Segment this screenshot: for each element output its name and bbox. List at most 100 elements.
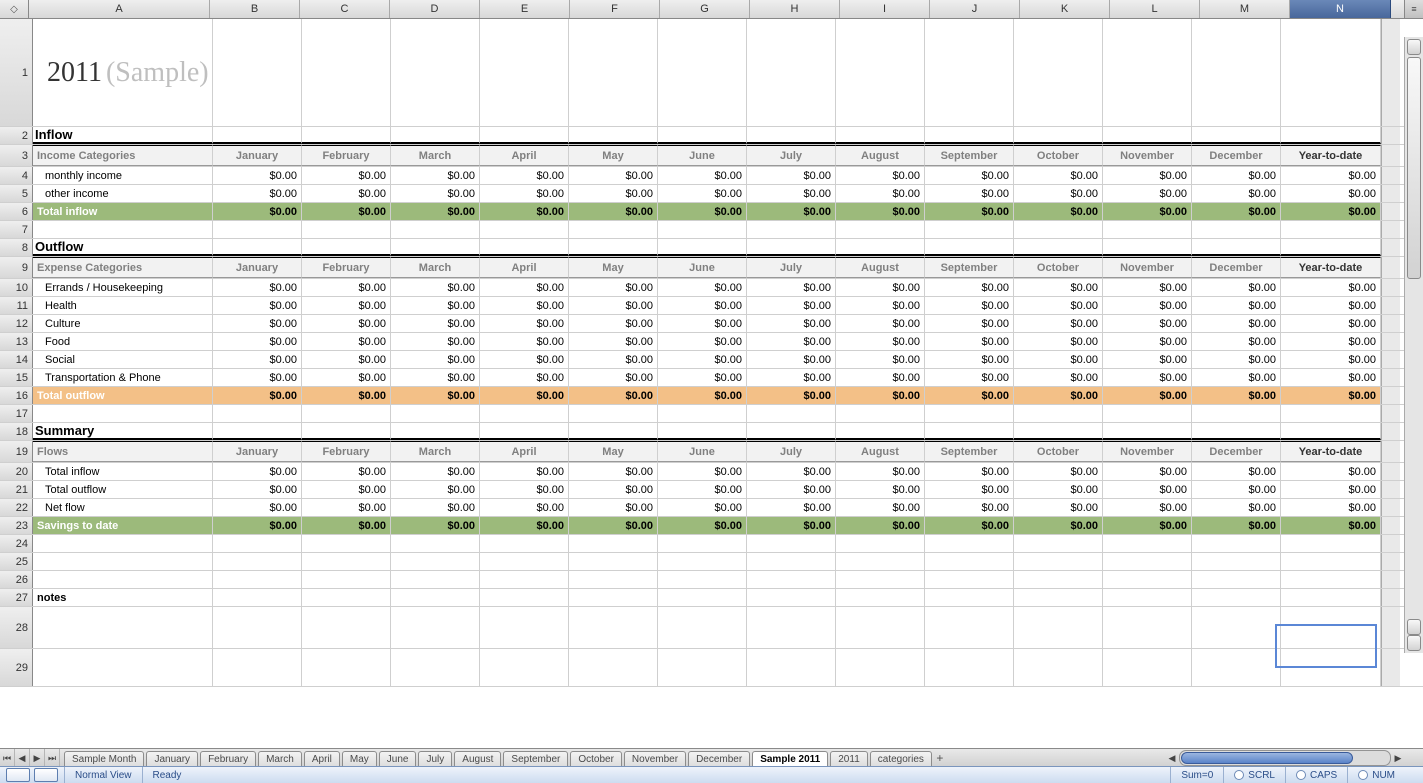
cell-M[interactable]	[1192, 405, 1281, 422]
value-cell[interactable]: $0.00	[925, 481, 1014, 498]
cell-J[interactable]	[925, 553, 1014, 570]
cell-J[interactable]	[925, 607, 1014, 648]
column-header-M[interactable]: M	[1200, 0, 1290, 18]
value-cell[interactable]: $0.00	[925, 167, 1014, 184]
value-cell[interactable]: $0.00	[569, 463, 658, 480]
cell-H[interactable]	[747, 607, 836, 648]
spreadsheet-grid[interactable]: 12011 (Sample)2Inflow3Income CategoriesJ…	[0, 19, 1423, 687]
value-cell[interactable]: $0.00	[1192, 481, 1281, 498]
row-header-22[interactable]: 22	[0, 499, 33, 516]
cell[interactable]	[569, 239, 658, 256]
cell[interactable]	[1014, 127, 1103, 144]
cell-H[interactable]	[747, 221, 836, 238]
cell[interactable]	[1103, 423, 1192, 440]
value-cell[interactable]: $0.00	[1014, 481, 1103, 498]
value-cell[interactable]: $0.00	[569, 167, 658, 184]
value-cell[interactable]: $0.00	[836, 351, 925, 368]
value-cell[interactable]: $0.00	[836, 185, 925, 202]
cell[interactable]	[302, 127, 391, 144]
row-header-13[interactable]: 13	[0, 333, 33, 350]
total-value[interactable]: $0.00	[213, 517, 302, 534]
value-cell[interactable]: $0.00	[480, 167, 569, 184]
cell-J[interactable]	[925, 649, 1014, 686]
value-cell[interactable]: $0.00	[925, 279, 1014, 296]
month-header-June[interactable]: June	[658, 441, 747, 462]
month-header-January[interactable]: January	[213, 441, 302, 462]
value-cell[interactable]: $0.00	[302, 369, 391, 386]
value-cell[interactable]: $0.00	[302, 297, 391, 314]
cell-C[interactable]	[302, 553, 391, 570]
cell-N[interactable]	[1281, 607, 1381, 648]
value-cell[interactable]: $0.00	[1103, 333, 1192, 350]
value-cell[interactable]: $0.00	[213, 499, 302, 516]
cell[interactable]	[213, 589, 302, 606]
cell[interactable]	[213, 127, 302, 144]
row-header-17[interactable]: 17	[0, 405, 33, 422]
value-cell[interactable]: $0.00	[213, 351, 302, 368]
cell-J[interactable]	[925, 221, 1014, 238]
month-header-May[interactable]: May	[569, 257, 658, 278]
column-header-J[interactable]: J	[930, 0, 1020, 18]
value-cell[interactable]: $0.00	[1014, 297, 1103, 314]
total-value[interactable]: $0.00	[1014, 203, 1103, 220]
row-header-23[interactable]: 23	[0, 517, 33, 534]
value-cell[interactable]: $0.00	[569, 369, 658, 386]
value-cell[interactable]: $0.00	[1192, 297, 1281, 314]
cell[interactable]	[391, 127, 480, 144]
value-cell[interactable]: $0.00	[1014, 167, 1103, 184]
value-cell[interactable]: $0.00	[1192, 185, 1281, 202]
cell[interactable]	[569, 423, 658, 440]
total-value[interactable]: $0.00	[1103, 387, 1192, 404]
value-cell[interactable]: $0.00	[836, 333, 925, 350]
value-cell[interactable]: $0.00	[1014, 351, 1103, 368]
value-cell[interactable]: $0.00	[1192, 369, 1281, 386]
value-cell[interactable]: $0.00	[480, 333, 569, 350]
cell[interactable]	[391, 423, 480, 440]
month-header-August[interactable]: August	[836, 441, 925, 462]
value-cell[interactable]: $0.00	[1103, 481, 1192, 498]
value-cell[interactable]: $0.00	[1192, 279, 1281, 296]
row-header-10[interactable]: 10	[0, 279, 33, 296]
cell-A[interactable]	[33, 607, 213, 648]
cell-D[interactable]	[391, 221, 480, 238]
ytd-header[interactable]: Year-to-date	[1281, 257, 1381, 278]
cell-M[interactable]	[1192, 649, 1281, 686]
cell-F[interactable]	[569, 221, 658, 238]
value-cell[interactable]: $0.00	[391, 463, 480, 480]
total-label[interactable]: Total outflow	[33, 387, 213, 404]
month-header-September[interactable]: September	[925, 441, 1014, 462]
row-header-24[interactable]: 24	[0, 535, 33, 552]
cell-L[interactable]	[1103, 649, 1192, 686]
value-cell[interactable]: $0.00	[1192, 315, 1281, 332]
month-header-September[interactable]: September	[925, 257, 1014, 278]
total-value[interactable]: $0.00	[1103, 517, 1192, 534]
cell-K[interactable]	[1014, 221, 1103, 238]
ytd-cell[interactable]: $0.00	[1281, 333, 1381, 350]
total-value[interactable]: $0.00	[925, 517, 1014, 534]
row-label[interactable]: Culture	[33, 315, 213, 332]
value-cell[interactable]: $0.00	[658, 297, 747, 314]
cell-A[interactable]	[33, 553, 213, 570]
column-header-E[interactable]: E	[480, 0, 570, 18]
cell[interactable]	[1103, 239, 1192, 256]
cell-A[interactable]	[33, 535, 213, 552]
row-header-28[interactable]: 28	[0, 607, 33, 648]
view-normal-button[interactable]	[6, 768, 30, 782]
row-header-29[interactable]: 29	[0, 649, 33, 686]
month-header-March[interactable]: March	[391, 441, 480, 462]
value-cell[interactable]: $0.00	[747, 167, 836, 184]
row-header-16[interactable]: 16	[0, 387, 33, 404]
vertical-scrollbar[interactable]	[1404, 37, 1423, 653]
value-cell[interactable]: $0.00	[1103, 463, 1192, 480]
total-value[interactable]: $0.00	[836, 203, 925, 220]
cell-F[interactable]	[569, 607, 658, 648]
cell-K[interactable]	[1014, 553, 1103, 570]
row-header-18[interactable]: 18	[0, 423, 33, 440]
row-header-12[interactable]: 12	[0, 315, 33, 332]
cell-A[interactable]	[33, 649, 213, 686]
value-cell[interactable]: $0.00	[480, 481, 569, 498]
total-value[interactable]: $0.00	[213, 387, 302, 404]
cell-H[interactable]	[747, 649, 836, 686]
cell[interactable]	[391, 239, 480, 256]
month-header-February[interactable]: February	[302, 441, 391, 462]
